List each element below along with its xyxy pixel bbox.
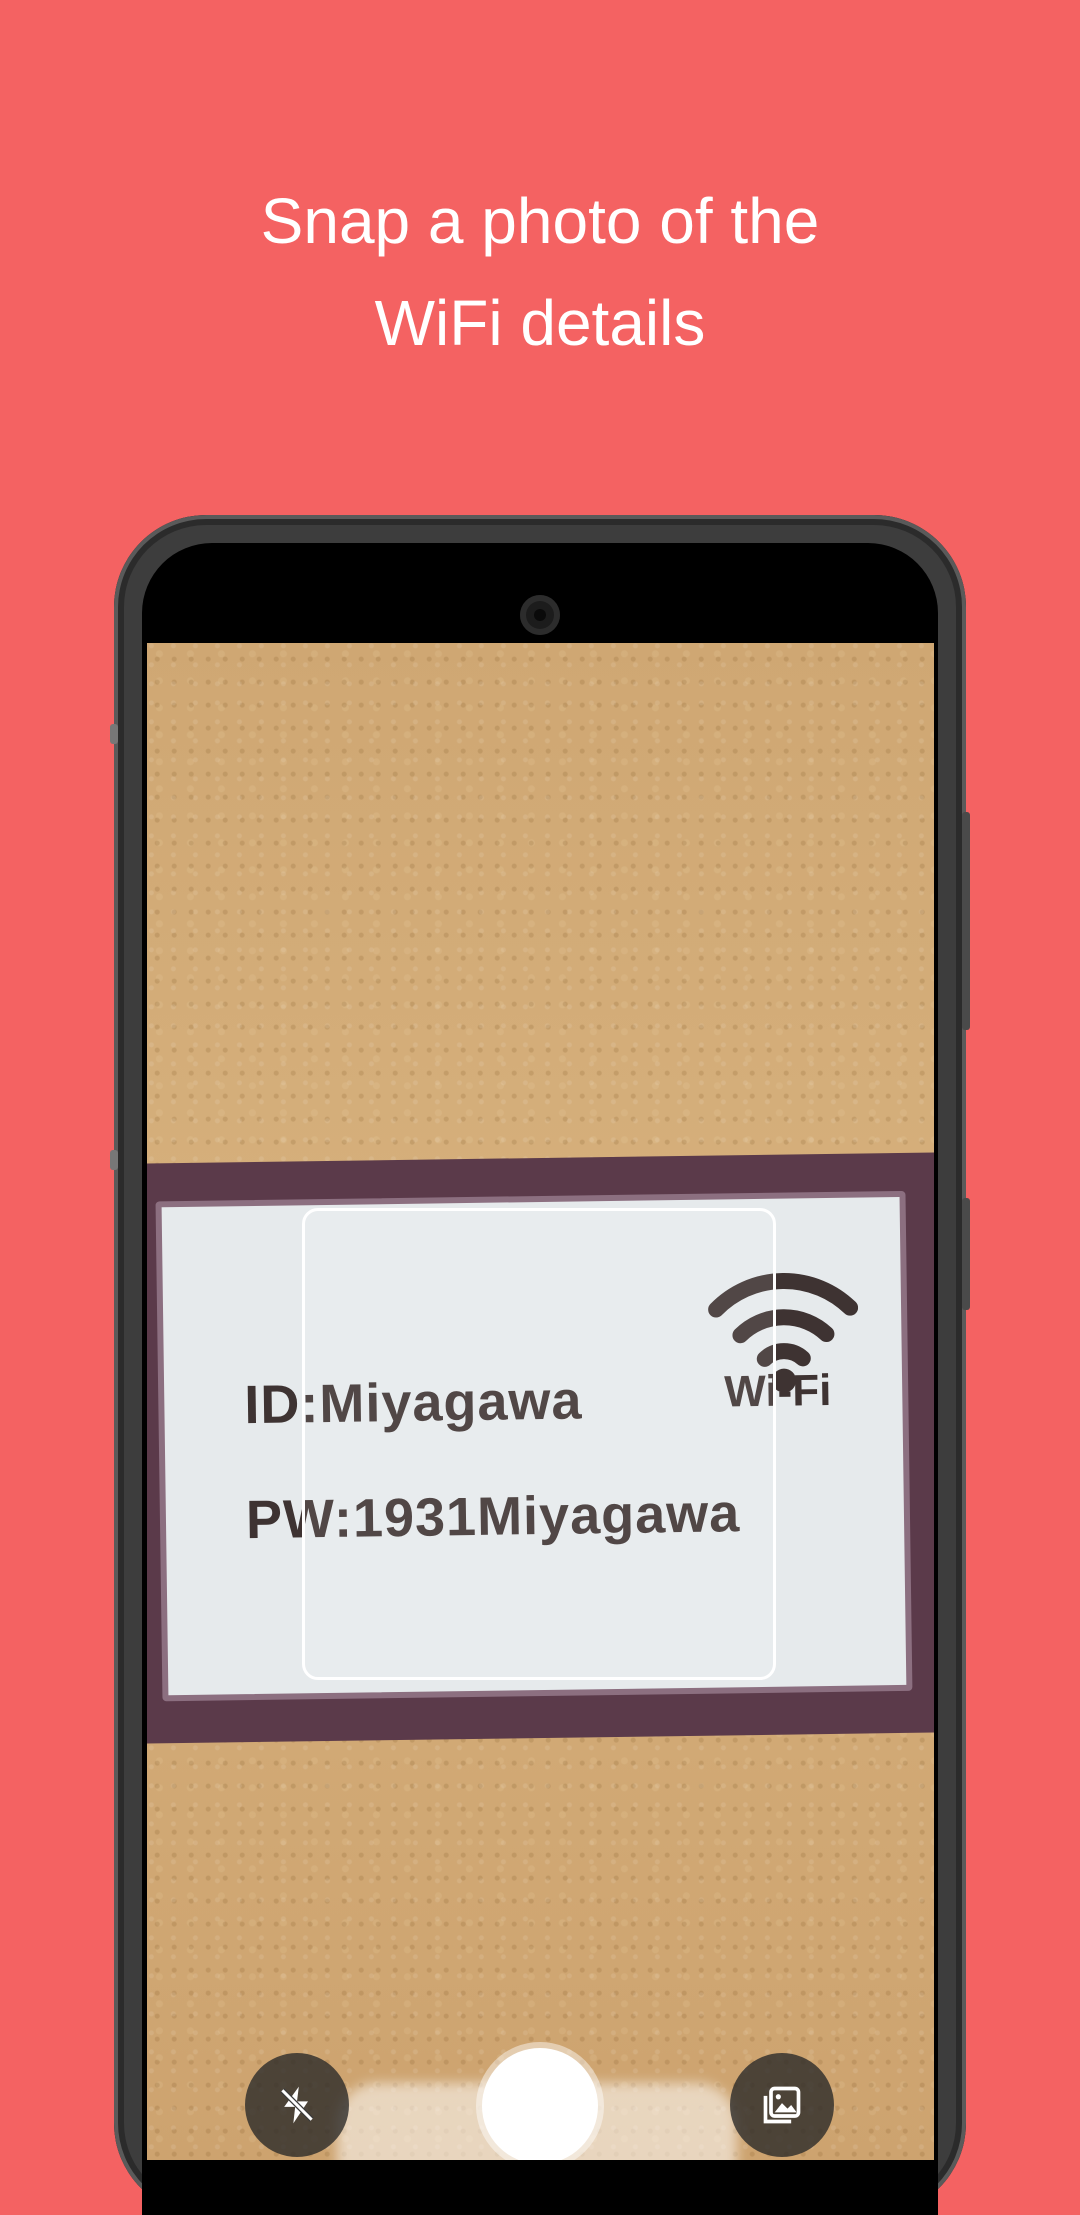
gallery-button[interactable]	[730, 2053, 834, 2157]
headline-line-2: WiFi details	[374, 287, 706, 359]
gallery-icon	[763, 2086, 801, 2124]
phone-side-button	[110, 1150, 118, 1170]
scan-frame	[302, 1208, 776, 1680]
phone-side-button	[962, 1198, 970, 1310]
front-camera-icon	[520, 595, 560, 635]
flash-toggle-button[interactable]	[245, 2053, 349, 2157]
headline-line-1: Snap a photo of the	[260, 185, 820, 257]
phone-side-button	[962, 812, 970, 1030]
shutter-button[interactable]	[482, 2048, 598, 2160]
camera-viewfinder[interactable]: ID:Miyagawa PW:1931Miyagawa Wi-Fi	[147, 643, 934, 2160]
flash-off-icon	[280, 2086, 314, 2124]
headline: Snap a photo of the WiFi details	[0, 170, 1080, 374]
phone-side-button	[110, 724, 118, 744]
